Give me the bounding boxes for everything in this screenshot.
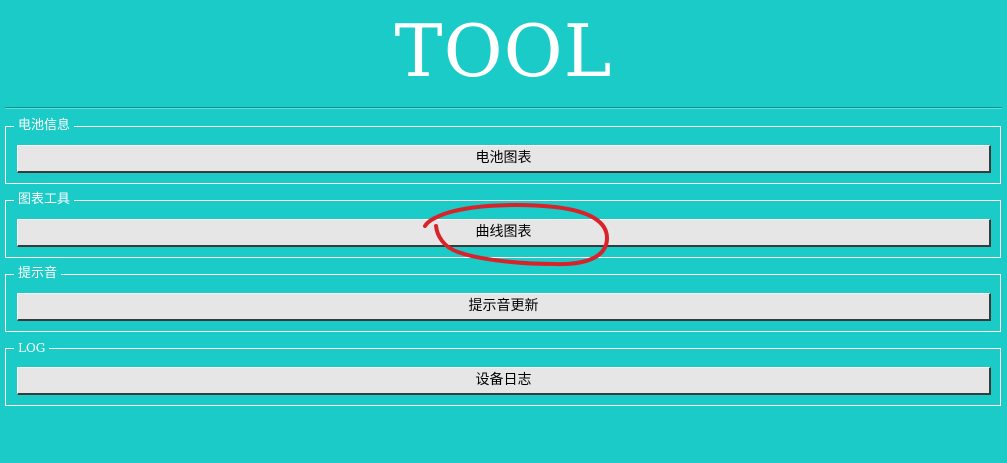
group-label-chart-tools: 图表工具 (14, 192, 75, 208)
header-divider (5, 107, 1002, 109)
group-label-battery-info: 电池信息 (14, 118, 75, 134)
group-chart-tools: 图表工具 曲线图表 (5, 192, 1001, 258)
group-label-prompt-sound: 提示音 (14, 266, 62, 282)
group-log: LOG 设备日志 (5, 340, 1001, 406)
curve-chart-button[interactable]: 曲线图表 (17, 219, 991, 247)
battery-chart-button[interactable]: 电池图表 (17, 145, 991, 173)
group-battery-info: 电池信息 电池图表 (5, 118, 1001, 184)
group-label-log: LOG (14, 340, 50, 356)
page-title: TOOL (394, 9, 613, 93)
group-prompt-sound: 提示音 提示音更新 (5, 266, 1001, 332)
device-log-button[interactable]: 设备日志 (17, 367, 991, 395)
prompt-sound-update-button[interactable]: 提示音更新 (17, 293, 991, 321)
